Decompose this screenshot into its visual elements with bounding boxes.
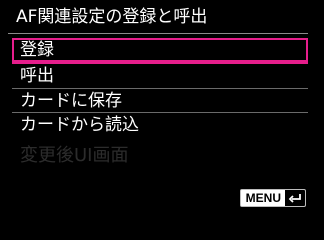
- back-arrow-svg: [288, 194, 301, 203]
- menu-item-label: 登録: [20, 40, 54, 60]
- menu-item-label: カードから読込: [20, 115, 139, 135]
- menu-item-label: 変更後UI画面: [20, 145, 129, 166]
- menu-item-changed-ui-screen: 変更後UI画面: [12, 144, 308, 168]
- title-divider: [8, 33, 308, 34]
- menu-item-save-to-card[interactable]: カードに保存: [12, 88, 308, 112]
- menu-button-label: MENU: [240, 190, 285, 206]
- menu-item-register[interactable]: 登録: [12, 38, 308, 64]
- menu-list: 登録 呼出 カードに保存 カードから読込 変更後UI画面: [12, 38, 308, 168]
- page-title: AF関連設定の登録と呼出: [16, 7, 208, 27]
- menu-item-label: カードに保存: [20, 91, 122, 111]
- menu-spacer: [12, 136, 308, 144]
- menu-item-load-from-card[interactable]: カードから読込: [12, 112, 308, 136]
- menu-item-recall[interactable]: 呼出: [12, 64, 308, 88]
- menu-item-label: 呼出: [20, 66, 54, 86]
- camera-menu-screen: AF関連設定の登録と呼出 登録 呼出 カードに保存 カードから読込 変更後UI画…: [0, 0, 324, 217]
- back-arrow-icon: [285, 190, 305, 206]
- menu-back-button[interactable]: MENU: [239, 189, 306, 207]
